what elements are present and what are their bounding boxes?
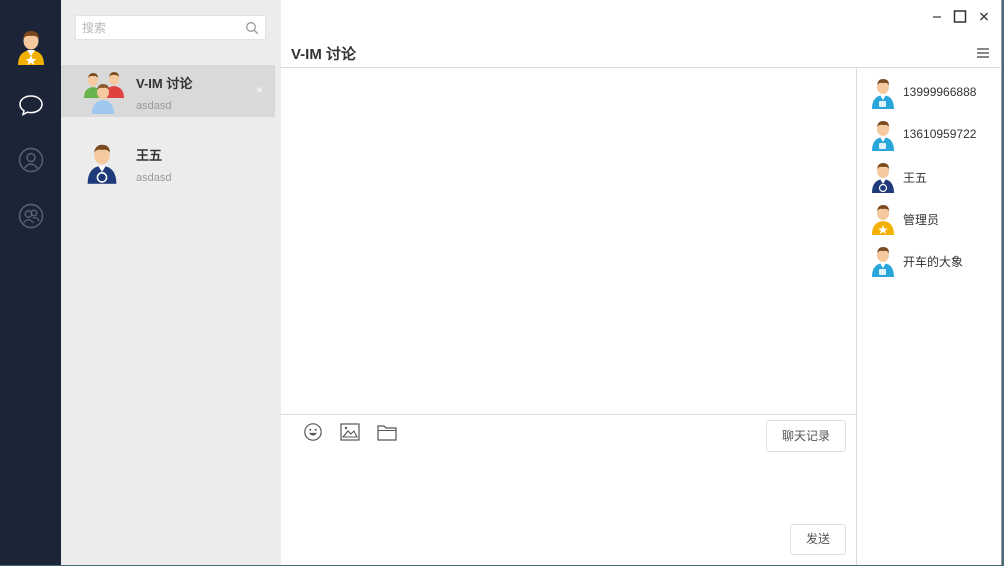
chat-title: V-IM 讨论 — [291, 46, 357, 63]
user-icon — [18, 147, 44, 173]
send-button[interactable]: 发送 — [790, 524, 846, 555]
my-avatar-icon[interactable] — [14, 29, 48, 65]
member-name: 管理员 — [903, 213, 940, 227]
member-name: 13610959722 — [903, 127, 977, 141]
close-icon[interactable] — [976, 8, 992, 24]
chat-history-button[interactable]: 聊天记录 — [766, 420, 846, 452]
input-divider — [281, 414, 856, 415]
group-users-icon — [18, 203, 44, 229]
group-avatar-icon — [84, 72, 124, 114]
twitter-avatar-icon — [870, 77, 896, 109]
close-conversation-icon[interactable]: × — [256, 83, 263, 97]
conversation-item-vim[interactable]: V-IM 讨论 asdasd × — [61, 65, 275, 117]
message-area[interactable] — [281, 68, 856, 414]
member-item[interactable]: 开车的大象 — [870, 245, 995, 279]
chat-nav-button[interactable] — [16, 90, 46, 120]
conversation-name: V-IM 讨论 — [136, 76, 193, 91]
chat-window: V-IM 讨论 asdasd × 王五 asdasd V-IM 讨论 — [0, 0, 1002, 565]
member-item[interactable]: 13610959722 — [870, 119, 995, 153]
conversation-item-wangwu[interactable]: 王五 asdasd — [61, 137, 275, 189]
groups-nav-button[interactable] — [16, 201, 46, 231]
members-divider — [856, 68, 857, 565]
search-icon[interactable] — [245, 21, 259, 35]
member-name: 王五 — [903, 171, 928, 185]
star-avatar-icon — [870, 203, 896, 235]
message-input[interactable] — [295, 455, 775, 515]
conversation-preview: asdasd — [136, 100, 172, 112]
image-icon[interactable] — [339, 422, 361, 442]
emoji-icon[interactable] — [302, 422, 324, 442]
member-item[interactable]: 管理员 — [870, 203, 995, 237]
search-input[interactable] — [76, 16, 236, 39]
twitter-avatar-icon — [870, 245, 896, 277]
chat-bubble-icon — [19, 95, 43, 116]
maximize-icon[interactable] — [952, 8, 968, 24]
wordpress-avatar-icon — [85, 140, 119, 186]
twitter-avatar-icon — [870, 119, 896, 151]
conversation-name: 王五 — [136, 148, 163, 163]
contacts-nav-button[interactable] — [16, 145, 46, 175]
member-name: 开车的大象 — [903, 255, 964, 269]
search-box — [75, 15, 266, 40]
member-item[interactable]: 13999966888 — [870, 77, 995, 111]
menu-icon[interactable] — [976, 47, 990, 59]
nav-rail — [0, 0, 61, 565]
minimize-icon[interactable] — [929, 8, 945, 24]
conversation-preview: asdasd — [136, 172, 172, 184]
member-name: 13999966888 — [903, 85, 977, 99]
member-item[interactable]: 王五 — [870, 161, 995, 195]
folder-icon[interactable] — [376, 422, 398, 442]
wordpress-avatar-icon — [870, 161, 896, 193]
